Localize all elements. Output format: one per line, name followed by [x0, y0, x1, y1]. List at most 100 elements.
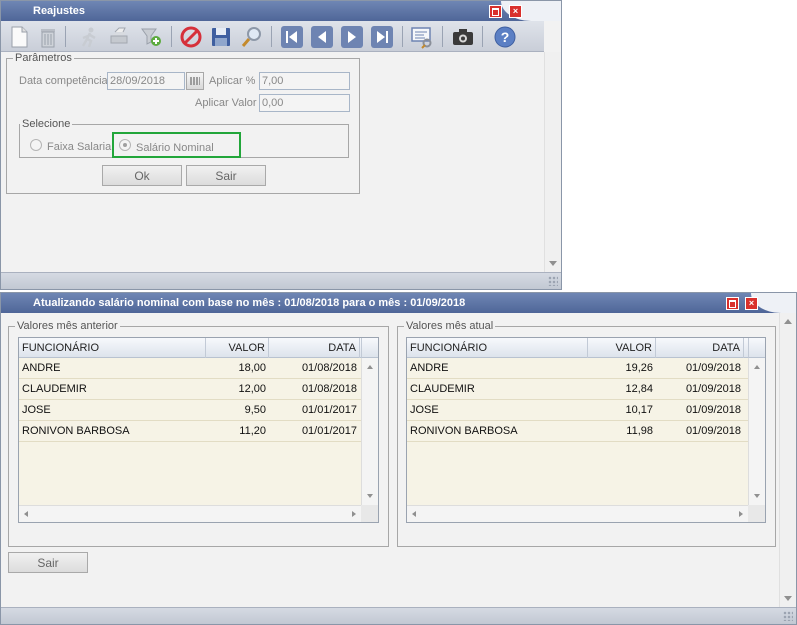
cell-valor: 18,00 — [238, 362, 266, 374]
help-icon[interactable]: ? — [493, 25, 517, 49]
atualizando-vertical-scrollbar[interactable] — [779, 313, 796, 607]
run-icon[interactable] — [77, 25, 101, 49]
cell-funcionario: JOSE — [410, 404, 439, 416]
scroll-left-icon[interactable] — [412, 511, 416, 517]
resize-grip-icon[interactable] — [783, 611, 793, 621]
reajustes-window-title: Reajustes — [33, 5, 85, 17]
print-icon[interactable] — [107, 25, 131, 49]
scroll-right-icon[interactable] — [739, 511, 743, 517]
table-row[interactable]: ANDRE 19,26 01/09/2018 — [407, 358, 750, 379]
header-valor[interactable]: VALOR — [206, 338, 269, 358]
data-competencia-label: Data competência : — [19, 75, 114, 87]
valores-atual-legend: Valores mês atual — [406, 320, 494, 332]
atual-vertical-scrollbar[interactable] — [748, 358, 765, 505]
cell-data: 01/09/2018 — [685, 404, 741, 416]
presentation-icon[interactable] — [410, 25, 434, 49]
scroll-up-icon[interactable] — [367, 365, 373, 369]
scroll-down-icon[interactable] — [549, 261, 557, 266]
sair-button-top[interactable]: Sair — [186, 165, 266, 186]
first-record-icon[interactable] — [280, 25, 304, 49]
cell-funcionario: JOSE — [22, 404, 51, 416]
aplicar-pct-field[interactable]: 7,00 — [259, 72, 350, 90]
previous-record-icon[interactable] — [310, 25, 334, 49]
cell-valor: 11,98 — [626, 425, 653, 437]
anterior-horizontal-scrollbar[interactable] — [19, 505, 363, 522]
header-data[interactable]: DATA — [656, 338, 744, 358]
cell-data: 01/01/2017 — [301, 404, 357, 416]
maximize-icon[interactable] — [726, 297, 739, 310]
faixa-salarial-radio[interactable] — [30, 139, 42, 151]
reajustes-window: Reajustes × ? Parâmetros Data competênci… — [0, 0, 562, 290]
sair-button-bottom[interactable]: Sair — [8, 552, 88, 573]
header-valor[interactable]: VALOR — [588, 338, 656, 358]
anterior-grid-header: FUNCIONÁRIO VALOR DATA — [19, 338, 363, 358]
cell-valor: 12,00 — [238, 383, 266, 395]
new-document-icon[interactable] — [7, 25, 31, 49]
atualizando-status-bar — [1, 607, 796, 624]
atualizando-title-bar[interactable]: Atualizando salário nominal com base no … — [1, 293, 796, 313]
save-icon[interactable] — [209, 25, 233, 49]
maximize-icon[interactable] — [489, 5, 502, 18]
scroll-down-icon[interactable] — [784, 596, 792, 601]
camera-icon[interactable] — [451, 25, 475, 49]
scroll-down-icon[interactable] — [754, 494, 760, 498]
reajustes-status-bar — [1, 272, 561, 289]
table-row[interactable]: JOSE 10,17 01/09/2018 — [407, 400, 750, 421]
next-record-icon[interactable] — [340, 25, 364, 49]
anterior-grid-body: ANDRE 18,00 01/08/2018 CLAUDEMIR 12,00 0… — [19, 358, 363, 505]
header-funcionario[interactable]: FUNCIONÁRIO — [407, 338, 588, 358]
cell-valor: 10,17 — [625, 404, 653, 416]
cell-funcionario: RONIVON BARBOSA — [22, 425, 130, 437]
atualizando-window-title: Atualizando salário nominal com base no … — [33, 297, 466, 309]
scroll-up-icon[interactable] — [784, 319, 792, 324]
cell-data: 01/08/2018 — [301, 383, 357, 395]
close-icon[interactable]: × — [745, 297, 758, 310]
scroll-left-icon[interactable] — [24, 511, 28, 517]
cell-data: 01/09/2018 — [685, 362, 741, 374]
atual-grid-header: FUNCIONÁRIO VALOR DATA — [407, 338, 750, 358]
aplicar-valor-field[interactable]: 0,00 — [259, 94, 350, 112]
search-icon[interactable] — [240, 25, 264, 49]
atual-horizontal-scrollbar[interactable] — [407, 505, 750, 522]
cell-valor: 19,26 — [625, 362, 653, 374]
salario-nominal-label[interactable]: Salário Nominal — [136, 142, 214, 154]
table-row[interactable]: CLAUDEMIR 12,84 01/09/2018 — [407, 379, 750, 400]
cell-funcionario: ANDRE — [22, 362, 61, 374]
scroll-up-icon[interactable] — [754, 365, 760, 369]
reajustes-vertical-scrollbar[interactable] — [544, 52, 561, 272]
scroll-right-icon[interactable] — [352, 511, 356, 517]
filter-add-icon[interactable] — [139, 25, 163, 49]
trash-icon[interactable] — [36, 25, 60, 49]
cancel-icon[interactable] — [179, 25, 203, 49]
aplicar-valor-label: Aplicar Valor : — [195, 97, 263, 109]
calendar-icon[interactable] — [186, 72, 204, 90]
table-row[interactable]: CLAUDEMIR 12,00 01/08/2018 — [19, 379, 363, 400]
table-row[interactable]: RONIVON BARBOSA 11,20 01/01/2017 — [19, 421, 363, 442]
cell-funcionario: RONIVON BARBOSA — [410, 425, 518, 437]
resize-grip-icon[interactable] — [548, 276, 558, 286]
parametros-legend: Parâmetros — [15, 52, 72, 64]
table-row[interactable]: RONIVON BARBOSA 11,98 01/09/2018 — [407, 421, 750, 442]
anterior-grid: FUNCIONÁRIO VALOR DATA ANDRE 18,00 01/08… — [18, 337, 379, 523]
data-competencia-field[interactable]: 28/09/2018 — [107, 72, 185, 90]
atual-grid: FUNCIONÁRIO VALOR DATA ANDRE 19,26 01/09… — [406, 337, 766, 523]
cell-valor: 11,20 — [239, 425, 266, 437]
salario-nominal-radio[interactable] — [119, 139, 131, 151]
anterior-vertical-scrollbar[interactable] — [361, 358, 378, 505]
table-row[interactable]: ANDRE 18,00 01/08/2018 — [19, 358, 363, 379]
cell-data: 01/09/2018 — [685, 383, 741, 395]
reajustes-title-bar[interactable]: Reajustes × — [1, 1, 561, 21]
scroll-down-icon[interactable] — [367, 494, 373, 498]
last-record-icon[interactable] — [370, 25, 394, 49]
header-data[interactable]: DATA — [269, 338, 360, 358]
atual-grid-body: ANDRE 19,26 01/09/2018 CLAUDEMIR 12,84 0… — [407, 358, 750, 505]
reajustes-toolbar: ? — [1, 21, 544, 52]
header-funcionario[interactable]: FUNCIONÁRIO — [19, 338, 206, 358]
ok-button[interactable]: Ok — [102, 165, 182, 186]
cell-data: 01/08/2018 — [301, 362, 357, 374]
close-icon[interactable]: × — [509, 5, 522, 18]
table-row[interactable]: JOSE 9,50 01/01/2017 — [19, 400, 363, 421]
faixa-salarial-label[interactable]: Faixa Salarial — [47, 141, 114, 153]
valores-anterior-legend: Valores mês anterior — [17, 320, 118, 332]
svg-text:?: ? — [501, 29, 510, 45]
